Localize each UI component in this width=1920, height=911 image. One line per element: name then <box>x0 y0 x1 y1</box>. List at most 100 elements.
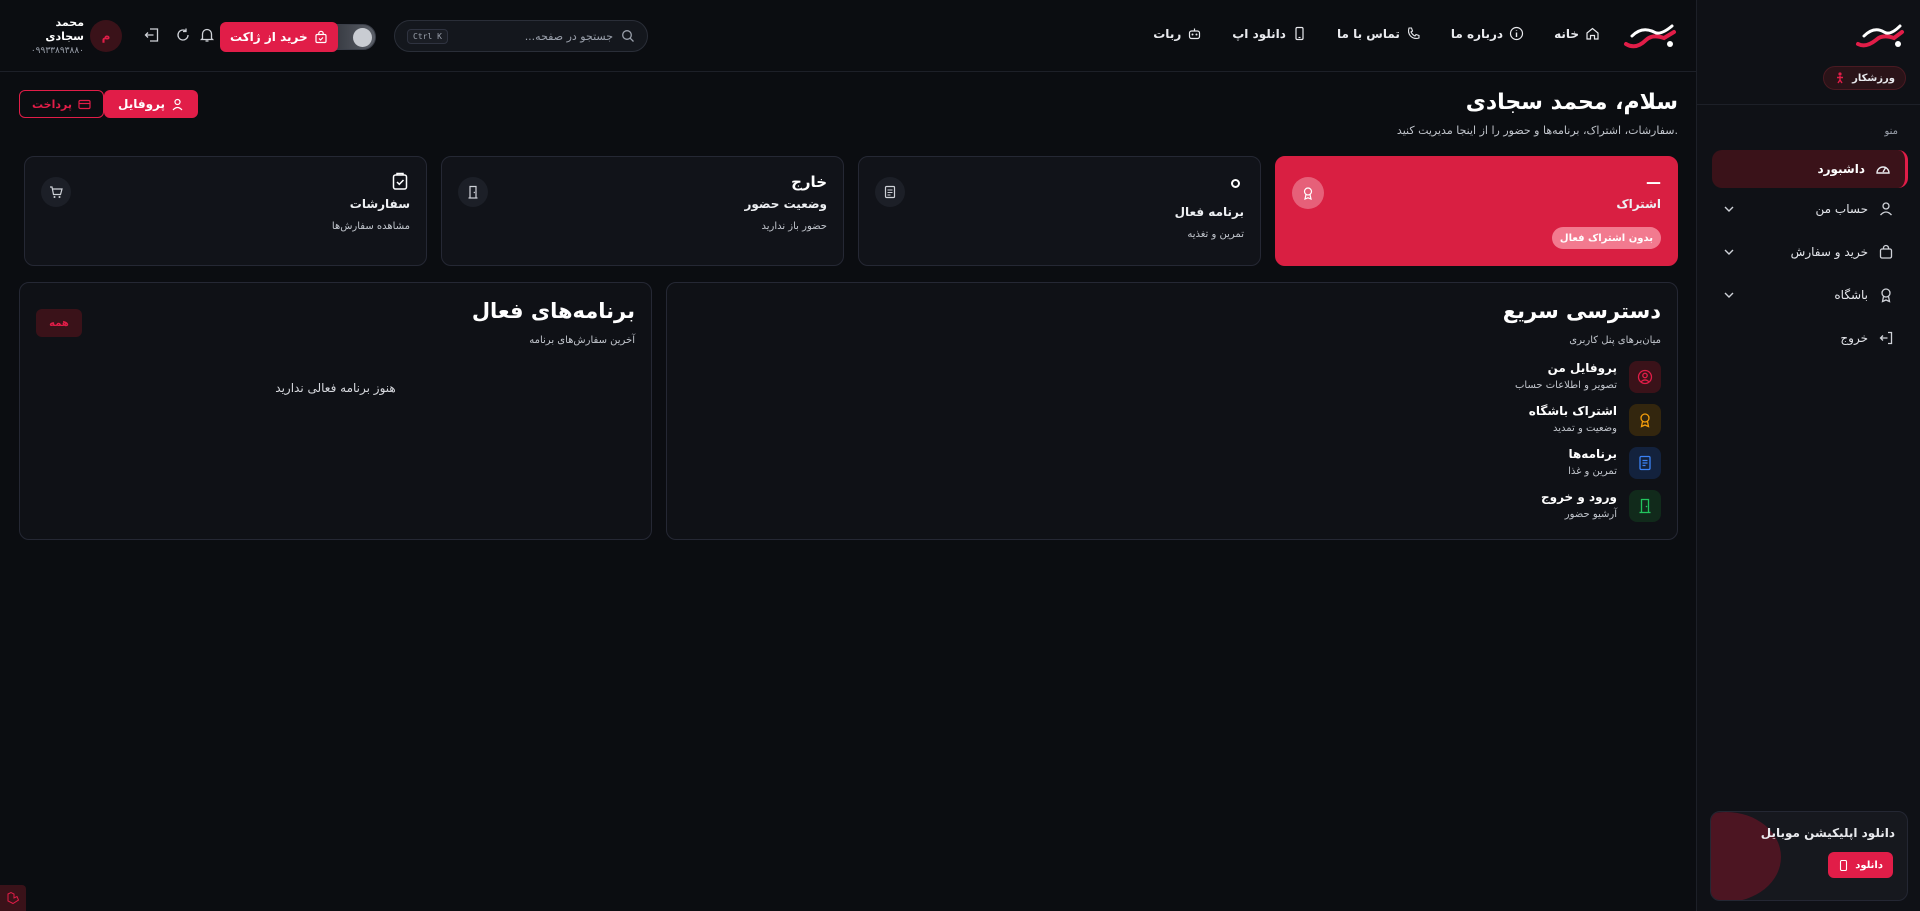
quick-link-icon-box <box>1629 404 1661 436</box>
door-icon <box>466 185 480 199</box>
pay-button[interactable]: پرداخت <box>19 90 104 118</box>
bag-icon <box>1878 244 1894 260</box>
app-download-card: دانلود اپلیکیشن موبایل دانلود <box>1710 811 1908 901</box>
refresh-icon[interactable] <box>174 26 192 44</box>
nav-bot[interactable]: ربات <box>1153 26 1202 41</box>
sidebar-item-account[interactable]: حساب من <box>1712 190 1908 228</box>
nav-label: دانلود اپ <box>1232 26 1286 41</box>
sidebar-item-label: حساب من <box>1815 202 1868 216</box>
main-content: سلام، محمد سجادی سفارشات، اشتراک، برنامه… <box>0 72 1696 911</box>
nav-download-app[interactable]: دانلود اپ <box>1232 26 1307 41</box>
user-circle-icon <box>1637 369 1653 385</box>
stat-label: اشتراک <box>1616 197 1661 211</box>
stat-sub: حضور باز ندارید <box>761 221 827 232</box>
avatar[interactable]: م <box>90 20 122 52</box>
quick-link-title: اشتراک باشگاه <box>1528 404 1617 418</box>
quick-link-attendance[interactable]: ورود و خروج آرشیو حضور <box>1541 488 1661 524</box>
stat-value: — <box>1646 173 1661 191</box>
stat-card-attendance[interactable]: خارج وضعیت حضور حضور باز ندارید <box>441 156 844 266</box>
quick-access-panel: دسترسی سریع میان‌برهای پنل کاربری پروفای… <box>666 282 1678 540</box>
nav-about[interactable]: درباره ما <box>1451 26 1524 41</box>
stat-card-active-program[interactable]: برنامه فعال تمرین و تغذیه <box>858 156 1261 266</box>
app-card-title: دانلود اپلیکیشن موبایل <box>1760 826 1895 840</box>
nav-label: درباره ما <box>1450 26 1504 41</box>
chevron-down-icon[interactable] <box>1722 288 1736 302</box>
robot-icon <box>1187 26 1202 41</box>
quick-link-programs[interactable]: برنامه‌ها تمرین و غذا <box>1568 445 1661 481</box>
chevron-down-icon[interactable] <box>1722 245 1736 259</box>
logout-icon <box>1878 330 1894 346</box>
stat-label: برنامه فعال <box>1174 205 1244 219</box>
app-download-button[interactable]: دانلود <box>1828 852 1893 878</box>
quick-link-title: ورود و خروج <box>1540 490 1617 504</box>
home-icon <box>1585 26 1600 41</box>
chevron-down-icon[interactable] <box>1722 202 1736 216</box>
stat-label: وضعیت حضور <box>744 197 827 211</box>
sidebar-item-dashboard[interactable]: داشبورد <box>1712 150 1908 188</box>
shopping-bag-icon <box>314 30 328 44</box>
app-download-label: دانلود <box>1855 859 1883 871</box>
stat-sub: تمرین و تغذیه <box>1187 229 1244 240</box>
clipboard-check-icon <box>390 171 410 191</box>
active-programs-panel: برنامه‌های فعال آخرین سفارش‌های برنامه ه… <box>19 282 652 540</box>
sidebar-item-label: باشگاه <box>1834 288 1868 302</box>
mobile-icon <box>1292 26 1307 41</box>
medal-icon <box>1301 186 1315 200</box>
logout-icon[interactable] <box>143 26 161 44</box>
stat-icon-circle <box>458 177 488 207</box>
user-icon <box>171 98 184 111</box>
debug-toolbar-toggle[interactable] <box>0 885 26 911</box>
nav-contact[interactable]: تماس با ما <box>1337 26 1421 41</box>
medal-icon <box>1878 287 1894 303</box>
header-logo[interactable] <box>1622 20 1678 54</box>
stat-label: سفارشات <box>349 197 410 211</box>
info-icon <box>1509 26 1524 41</box>
stat-card-subscription[interactable]: — اشتراک بدون اشتراک فعال <box>1275 156 1678 266</box>
sidebar-item-label: خرید و سفارش <box>1790 245 1868 259</box>
phone-icon <box>1406 26 1421 41</box>
sidebar-item-gym[interactable]: باشگاه <box>1712 276 1908 314</box>
athlete-icon <box>1834 72 1846 84</box>
sidebar-item-label: خروج <box>1840 331 1868 345</box>
user-info: محمد سجادی ۰۹۹۳۳۸۹۳۸۸۰ <box>22 16 84 58</box>
medal-icon <box>1637 412 1653 428</box>
role-label: ورزشکار <box>1852 72 1895 84</box>
stat-card-orders[interactable]: سفارشات مشاهده سفارش‌ها <box>24 156 427 266</box>
buy-button[interactable]: خرید از ژاکت <box>220 22 338 52</box>
bell-icon[interactable] <box>198 26 216 44</box>
page-search: Ctrl K <box>394 20 648 52</box>
search-input[interactable] <box>455 29 613 43</box>
programs-subtitle: آخرین سفارش‌های برنامه <box>529 335 635 346</box>
role-badge: ورزشکار <box>1823 66 1906 90</box>
empty-state: هنوز برنامه فعالی ندارید <box>275 381 396 395</box>
buy-button-label: خرید از ژاکت <box>230 30 308 44</box>
brand-logo[interactable] <box>1854 18 1906 54</box>
search-shortcut: Ctrl K <box>407 28 448 44</box>
sidebar-item-orders[interactable]: خرید و سفارش <box>1712 233 1908 271</box>
view-all-button[interactable]: همه <box>36 309 82 337</box>
status-dot <box>1231 179 1240 188</box>
sidebar-item-logout[interactable]: خروج <box>1712 319 1908 357</box>
nav-home[interactable]: خانه <box>1554 26 1600 41</box>
toggle-knob <box>353 28 372 47</box>
user-phone: ۰۹۹۳۳۸۹۳۸۸۰ <box>30 46 84 56</box>
page-subtitle: سفارشات، اشتراک، برنامه‌ها و حضور را از … <box>1396 124 1678 137</box>
stat-icon-circle <box>875 177 905 207</box>
quick-link-title: پروفایل من <box>1547 361 1617 375</box>
stat-icon-circle <box>41 177 71 207</box>
quick-link-sub: تمرین و غذا <box>1568 466 1617 477</box>
nav-label: تماس با ما <box>1336 26 1400 41</box>
sidebar: ورزشکار منو داشبورد حساب من خرید و سفارش… <box>1696 0 1920 911</box>
quick-link-icon-box <box>1629 490 1661 522</box>
top-header: خانه درباره ما تماس با ما دانلود اپ ربات… <box>0 0 1696 72</box>
search-icon <box>621 29 635 43</box>
quick-link-icon-box <box>1629 447 1661 479</box>
laravel-icon <box>6 891 20 905</box>
quick-link-subscription[interactable]: اشتراک باشگاه وضعیت و تمدید <box>1529 402 1661 438</box>
profile-button[interactable]: پروفایل <box>104 90 199 118</box>
quick-access-title: دسترسی سریع <box>1502 299 1661 323</box>
sidebar-divider <box>1697 104 1920 105</box>
sidebar-item-label: داشبورد <box>1817 162 1865 176</box>
quick-link-profile[interactable]: پروفایل من تصویر و اطلاعات حساب <box>1515 359 1661 395</box>
credit-card-icon <box>78 98 91 111</box>
